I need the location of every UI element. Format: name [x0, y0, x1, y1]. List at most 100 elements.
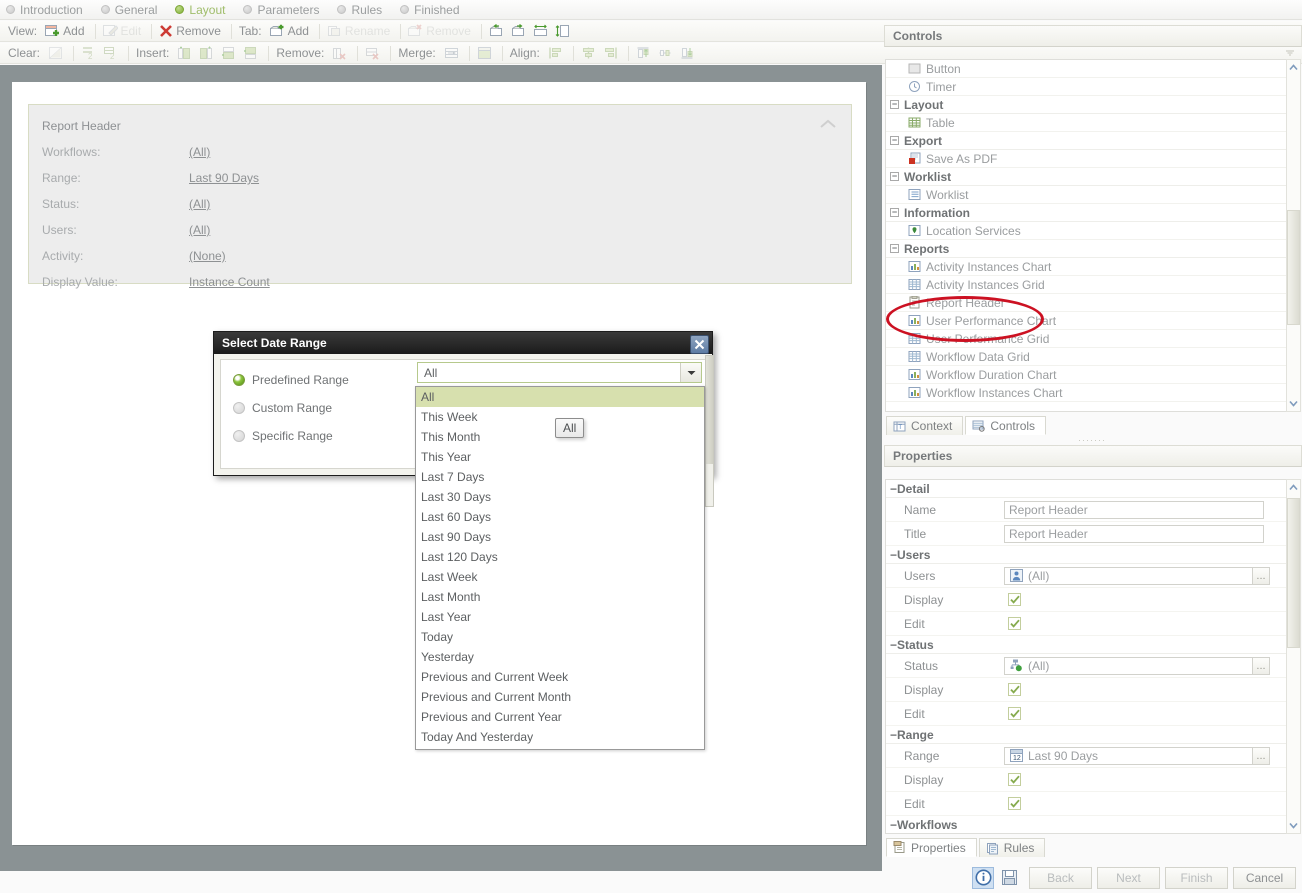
split-cells-button[interactable]: [475, 44, 494, 63]
property-picker-ellipsis-button[interactable]: ...: [1252, 567, 1270, 585]
align-bottom-button[interactable]: [678, 44, 697, 63]
radio-button-icon[interactable]: [233, 430, 245, 442]
align-center-button[interactable]: [579, 44, 598, 63]
control-item-activity-instances-grid[interactable]: Activity Instances Grid: [886, 276, 1290, 294]
footer-button-back[interactable]: Back: [1029, 866, 1092, 889]
chevron-up-icon[interactable]: [817, 117, 839, 131]
control-item-button[interactable]: Button: [886, 60, 1290, 78]
scroll-down-icon[interactable]: [1287, 818, 1300, 833]
footer-button-next[interactable]: Next: [1097, 866, 1160, 889]
dialog-scrollbar[interactable]: [705, 355, 714, 507]
properties-list[interactable]: − Detail Name Report Header Title Report Head…: [885, 479, 1291, 834]
scroll-down-icon[interactable]: [1287, 396, 1300, 411]
insert-column-left-button[interactable]: [175, 44, 194, 63]
properties-scrollbar[interactable]: [1286, 479, 1301, 834]
dropdown-option[interactable]: Last 60 Days: [416, 507, 704, 527]
dropdown-option[interactable]: Previous and Current Year: [416, 707, 704, 727]
collapse-toggle-icon[interactable]: −: [890, 638, 897, 652]
clear-column-button[interactable]: 2: [101, 44, 120, 63]
range-mode-option-0[interactable]: Predefined Range: [233, 373, 349, 387]
properties-panel-tabs[interactable]: Properties Rules: [886, 837, 1047, 857]
scroll-up-icon[interactable]: [1287, 60, 1300, 75]
report-header-widget[interactable]: Report Header Workflows: (All) Range: Last …: [28, 104, 852, 289]
control-item-workflow-data-grid[interactable]: Workflow Data Grid: [886, 348, 1290, 366]
property-picker-input[interactable]: (All): [1004, 566, 1264, 585]
control-item-user-performance-chart[interactable]: User Performance Chart: [886, 312, 1290, 330]
dropdown-option[interactable]: Today And Yesterday: [416, 727, 704, 747]
control-item-user-performance-grid[interactable]: User Performance Grid: [886, 330, 1290, 348]
dropdown-option[interactable]: Previous and Current Month: [416, 687, 704, 707]
panel-splitter[interactable]: ·······: [885, 435, 1299, 444]
dropdown-option[interactable]: Today: [416, 627, 704, 647]
controls-group-information[interactable]: − Information: [886, 204, 1290, 222]
footer-button-cancel[interactable]: Cancel: [1233, 866, 1296, 889]
range-mode-option-1[interactable]: Custom Range: [233, 401, 332, 415]
view-edit-button[interactable]: Edit: [101, 22, 144, 41]
range-mode-option-2[interactable]: Specific Range: [233, 429, 333, 443]
controls-list[interactable]: Button Timer − Layout Table − Export Save As PD…: [885, 59, 1291, 412]
report-field-value[interactable]: Last 90 Days: [189, 171, 259, 185]
wizard-step-general[interactable]: General: [100, 3, 157, 17]
controls-group-export[interactable]: − Export: [886, 132, 1290, 150]
controls-scrollbar-thumb[interactable]: [1287, 210, 1300, 325]
remove-row-button[interactable]: [363, 44, 382, 63]
wizard-step-finished[interactable]: Finished: [400, 3, 460, 17]
control-item-save-as-pdf[interactable]: Save As PDF: [886, 150, 1290, 168]
collapse-toggle-icon[interactable]: −: [890, 728, 897, 742]
control-item-location-services[interactable]: Location Services: [886, 222, 1290, 240]
save-button[interactable]: [998, 867, 1020, 889]
report-field-value[interactable]: (All): [189, 197, 210, 211]
controls-group-worklist[interactable]: − Worklist: [886, 168, 1290, 186]
tab-add-button[interactable]: Add: [268, 22, 311, 41]
dropdown-option[interactable]: Last 30 Days: [416, 487, 704, 507]
dropdown-option[interactable]: Last 90 Days: [416, 527, 704, 547]
align-right-button[interactable]: [601, 44, 620, 63]
dropdown-option[interactable]: All: [416, 387, 704, 407]
tab-context[interactable]: T Context: [886, 416, 964, 435]
align-left-button[interactable]: [546, 44, 565, 63]
control-item-table[interactable]: Table: [886, 114, 1290, 132]
collapse-toggle-icon[interactable]: −: [890, 548, 897, 562]
property-checkbox[interactable]: [1008, 707, 1021, 720]
info-button[interactable]: [972, 866, 994, 889]
control-item-worklist[interactable]: Worklist: [886, 186, 1290, 204]
collapse-toggle-icon[interactable]: −: [890, 244, 899, 253]
control-item-workflow-instances-chart[interactable]: Workflow Instances Chart: [886, 384, 1290, 402]
report-field-value[interactable]: (All): [189, 223, 210, 237]
collapse-toggle-icon[interactable]: −: [890, 172, 899, 181]
property-checkbox[interactable]: [1008, 617, 1021, 630]
property-checkbox[interactable]: [1008, 683, 1021, 696]
align-top-button[interactable]: [634, 44, 653, 63]
property-group-detail[interactable]: − Detail: [886, 480, 1290, 498]
tab-move-left-button[interactable]: [487, 22, 506, 41]
report-field-value[interactable]: (All): [189, 145, 210, 159]
footer-button-finish[interactable]: Finish: [1165, 866, 1228, 889]
property-group-status[interactable]: − Status: [886, 636, 1290, 654]
controls-group-reports[interactable]: − Reports: [886, 240, 1290, 258]
wizard-step-rules[interactable]: Rules: [337, 3, 382, 17]
property-checkbox[interactable]: [1008, 773, 1021, 786]
chevron-down-icon[interactable]: [680, 363, 701, 382]
remove-column-button[interactable]: [330, 44, 349, 63]
property-picker-input[interactable]: 12 Last 90 Days: [1004, 746, 1264, 765]
tab-properties[interactable]: Properties: [886, 838, 977, 857]
property-picker-ellipsis-button[interactable]: ...: [1252, 657, 1270, 675]
dropdown-option[interactable]: Last 120 Days: [416, 547, 704, 567]
property-picker-input[interactable]: (All): [1004, 656, 1264, 675]
properties-scrollbar-thumb[interactable]: [1287, 498, 1300, 648]
property-checkbox[interactable]: [1008, 593, 1021, 606]
predefined-range-combobox[interactable]: All: [417, 362, 702, 383]
property-checkbox[interactable]: [1008, 797, 1021, 810]
dialog-scrollbar-thumb[interactable]: [706, 356, 713, 464]
close-icon[interactable]: [690, 335, 709, 354]
controls-group-layout[interactable]: − Layout: [886, 96, 1290, 114]
collapse-toggle-icon[interactable]: −: [890, 818, 897, 832]
dropdown-option[interactable]: Last Week: [416, 567, 704, 587]
collapse-toggle-icon[interactable]: −: [890, 482, 897, 496]
insert-column-right-button[interactable]: [197, 44, 216, 63]
align-middle-button[interactable]: [656, 44, 675, 63]
tab-resize-height-button[interactable]: [553, 22, 572, 41]
view-add-button[interactable]: Add: [43, 22, 86, 41]
insert-row-below-button[interactable]: [241, 44, 260, 63]
tab-rules[interactable]: Rules: [978, 838, 1046, 857]
